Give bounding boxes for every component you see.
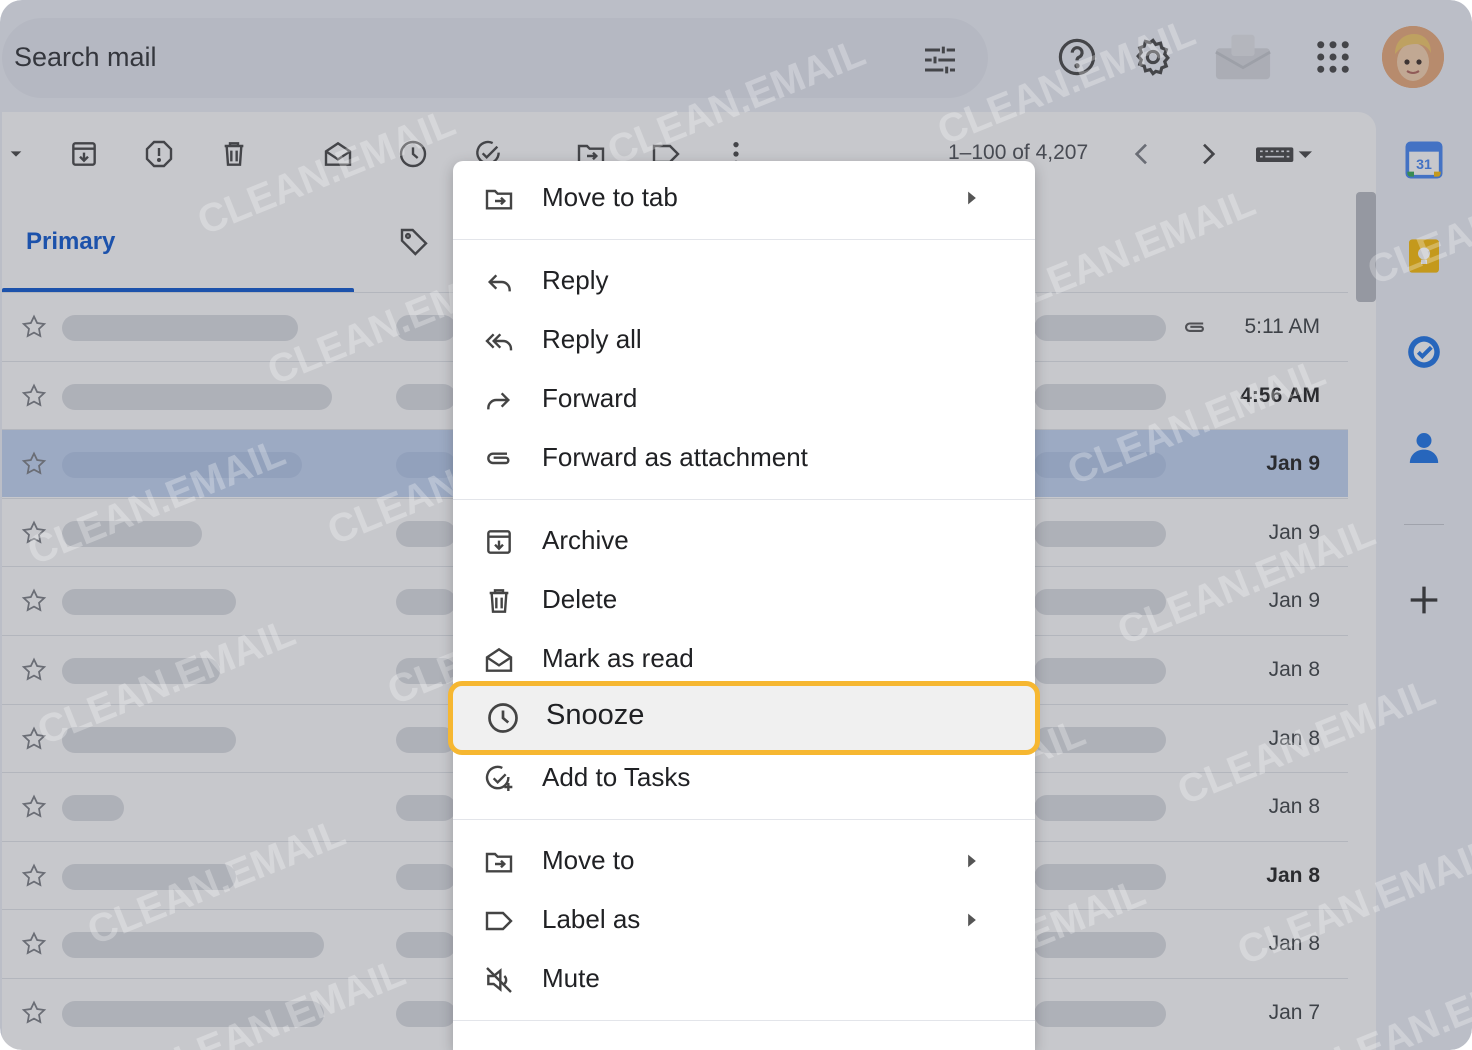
delete-trash-icon — [489, 589, 509, 613]
menu-divider — [453, 499, 1035, 500]
menu-label-reply: Reply — [542, 265, 609, 295]
archive-icon — [487, 530, 511, 554]
menu-item-move-to[interactable]: Move to — [453, 832, 1035, 890]
menu-item-reply[interactable]: Reply — [453, 252, 1035, 310]
menu-label-delete: Delete — [542, 584, 618, 614]
menu-item-add-to-tasks[interactable]: Add to Tasks — [453, 749, 1035, 807]
snooze-clock-icon — [488, 703, 518, 733]
submenu-arrow-icon — [968, 854, 976, 868]
menu-label-move-to-tab: Move to tab — [542, 182, 678, 212]
mute-speaker-icon — [486, 967, 512, 993]
label-icon — [485, 911, 513, 931]
menu-label-move-to: Move to — [542, 845, 635, 875]
menu-divider — [453, 239, 1035, 240]
menu-item-label-as[interactable]: Label as — [453, 891, 1035, 949]
reply-all-icon — [485, 333, 513, 351]
menu-label-mute: Mute — [542, 963, 600, 993]
menu-item-delete[interactable]: Delete — [453, 571, 1035, 629]
menu-label-mark-read: Mark as read — [542, 643, 694, 673]
add-task-icon — [485, 765, 513, 791]
menu-label-add-to-tasks: Add to Tasks — [542, 762, 691, 792]
menu-label-label-as: Label as — [542, 904, 641, 934]
menu-label-archive: Archive — [542, 525, 629, 555]
menu-label-reply-all: Reply all — [542, 324, 642, 354]
submenu-arrow-icon — [968, 913, 976, 927]
mark-read-envelope-icon — [485, 647, 513, 672]
attachment-clip-icon — [487, 452, 510, 465]
menu-item-mute[interactable]: Mute — [453, 950, 1035, 1008]
menu-divider — [453, 1020, 1035, 1021]
menu-label-forward-attachment: Forward as attachment — [542, 442, 808, 472]
menu-item-mark-read[interactable]: Mark as read — [453, 630, 1035, 688]
forward-icon — [487, 392, 511, 410]
menu-item-reply-all[interactable]: Reply all — [453, 311, 1035, 369]
menu-item-snooze[interactable]: Snooze — [448, 681, 1040, 755]
move-to-tab-icon — [485, 189, 513, 210]
reply-icon — [487, 274, 511, 292]
menu-item-move-to-tab[interactable]: Move to tab — [453, 169, 1035, 227]
menu-label-forward: Forward — [542, 383, 638, 413]
menu-item-forward[interactable]: Forward — [453, 370, 1035, 428]
gmail-window: Search mail 1–100 of 4,207 Primary 5:11 … — [0, 0, 1472, 1050]
menu-item-archive[interactable]: Archive — [453, 512, 1035, 570]
move-to-folder-icon — [485, 852, 513, 873]
menu-item-forward-attachment[interactable]: Forward as attachment — [453, 429, 1035, 487]
menu-divider — [453, 819, 1035, 820]
menu-label-snooze: Snooze — [546, 699, 645, 731]
context-menu: Move to tab Reply Reply all Forward Forw… — [448, 161, 1040, 1050]
submenu-arrow-icon — [968, 191, 976, 205]
